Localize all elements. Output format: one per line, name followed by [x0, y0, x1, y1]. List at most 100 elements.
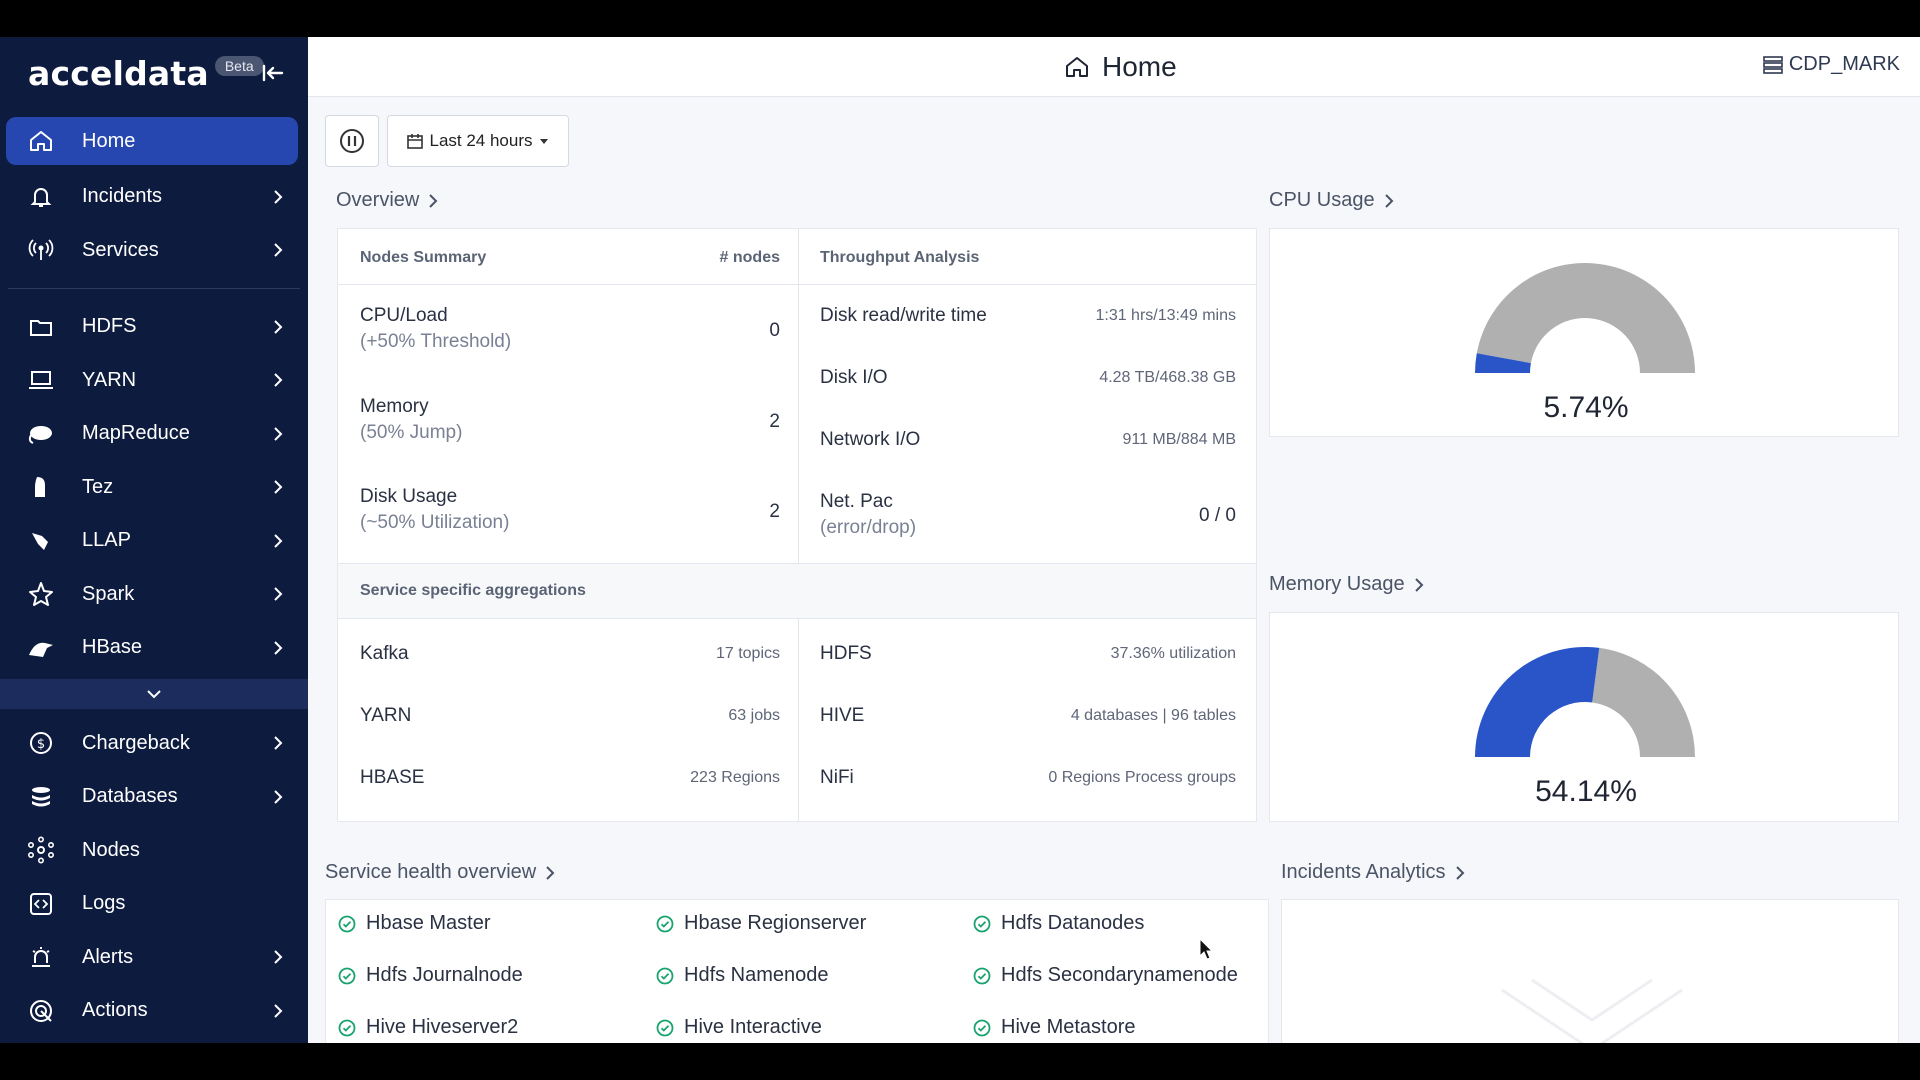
sidebar-item-databases[interactable]: Databases: [0, 770, 308, 824]
page-title-text: Home: [1102, 51, 1177, 82]
sidebar-item-incidents[interactable]: Incidents: [0, 170, 308, 224]
row-subtitle: (50% Jump): [360, 422, 463, 443]
cpu-usage-card: 5.74%: [1269, 228, 1899, 437]
health-item[interactable]: Hive Hiveserver2: [338, 1016, 518, 1039]
cluster-name: CDP_MARK: [1788, 53, 1900, 75]
sidebar-item-label: Alerts: [82, 945, 134, 968]
row-divider: [338, 284, 1256, 285]
service-health-title: Service health overview: [325, 861, 537, 883]
overview-title: Overview: [336, 189, 420, 211]
sidebar-item-llap[interactable]: LLAP: [0, 514, 308, 568]
overview-link[interactable]: Overview: [336, 189, 439, 212]
nodes-count-header: # nodes: [719, 249, 780, 266]
beta-badge: Beta: [214, 56, 264, 76]
health-item[interactable]: Hbase Master: [338, 912, 491, 935]
sidebar-item-tez[interactable]: Tez: [0, 461, 308, 515]
time-range-dropdown[interactable]: Last 24 hours: [387, 115, 569, 167]
nodes-summary-header: Nodes Summary: [360, 249, 487, 266]
health-item-label: Hdfs Secondarynamenode: [1001, 964, 1238, 986]
memory-usage-value: 54.14%: [1535, 775, 1637, 808]
actions-icon: [26, 996, 56, 1026]
check-circle-icon: [973, 967, 991, 984]
cpu-usage-link[interactable]: CPU Usage: [1269, 189, 1395, 212]
column-divider: [798, 619, 799, 821]
header-bar: Home CDP_MARK: [308, 37, 1920, 97]
bell-icon: [26, 182, 56, 212]
sidebar-item-label: Logs: [82, 892, 126, 915]
sidebar-item-label: LLAP: [82, 529, 131, 552]
chevron-right-icon: [546, 865, 555, 880]
throughput-row-label: Net. Pac (error/drop): [820, 491, 916, 539]
sidebar-item-hbase[interactable]: HBase: [0, 621, 308, 675]
llap-icon: [26, 526, 56, 556]
sidebar: acceldata Beta Home Incidents Services H…: [0, 37, 308, 1043]
chevron-right-icon: [274, 736, 283, 750]
sidebar-item-label: Home: [82, 129, 136, 152]
cpu-usage-value: 5.74%: [1543, 391, 1629, 424]
sidebar-item-yarn[interactable]: YARN: [0, 354, 308, 408]
show-more-button[interactable]: [0, 678, 308, 709]
chevron-right-icon: [274, 480, 283, 494]
broadcast-icon: [26, 235, 56, 265]
sidebar-item-logs[interactable]: Logs: [0, 877, 308, 931]
nodes-icon: [26, 835, 56, 865]
incidents-analytics-card: [1281, 899, 1899, 1043]
health-item[interactable]: Hdfs Namenode: [656, 964, 829, 987]
chevron-right-icon: [274, 427, 283, 441]
sidebar-item-label: Tez: [82, 475, 114, 498]
sidebar-item-nodes[interactable]: Nodes: [0, 824, 308, 878]
sidebar-item-home[interactable]: Home: [6, 117, 298, 165]
throughput-row-value: 4.28 TB/468.38 GB: [1099, 369, 1236, 386]
health-item[interactable]: Hive Metastore: [973, 1016, 1136, 1039]
row-title: CPU/Load: [360, 305, 448, 326]
sidebar-item-alerts[interactable]: Alerts: [0, 931, 308, 985]
throughput-row-value: 911 MB/884 MB: [1122, 431, 1236, 448]
folder-icon: [26, 312, 56, 342]
chevron-right-icon: [274, 190, 283, 204]
sidebar-item-services[interactable]: Services: [0, 224, 308, 278]
check-circle-icon: [973, 915, 991, 932]
health-item[interactable]: Hdfs Journalnode: [338, 964, 523, 987]
cluster-selector[interactable]: CDP_MARK: [1763, 53, 1900, 76]
row-title: Net. Pac: [820, 491, 893, 512]
collapse-sidebar-button[interactable]: [258, 58, 288, 88]
collapse-icon: [262, 64, 284, 82]
sidebar-item-actions[interactable]: Actions: [0, 984, 308, 1038]
mouse-cursor-icon: [1199, 938, 1213, 960]
health-item[interactable]: Hdfs Datanodes: [973, 912, 1144, 935]
health-item-label: Hdfs Journalnode: [366, 964, 523, 986]
sidebar-item-spark[interactable]: Spark: [0, 568, 308, 622]
app-window: acceldata Beta Home Incidents Services H…: [0, 37, 1920, 1043]
cpu-gauge: [1475, 262, 1695, 373]
chevron-right-icon: [274, 534, 283, 548]
health-item[interactable]: Hbase Regionserver: [656, 912, 866, 935]
sidebar-item-hdfs[interactable]: HDFS: [0, 300, 308, 354]
sidebar-item-mapreduce[interactable]: MapReduce: [0, 407, 308, 461]
health-item[interactable]: Hive Interactive: [656, 1016, 822, 1039]
row-subtitle: (error/drop): [820, 517, 917, 538]
pause-button[interactable]: [325, 115, 379, 167]
sidebar-item-chargeback[interactable]: $ Chargeback: [0, 717, 308, 771]
row-title: Disk Usage: [360, 486, 458, 507]
chevron-down-icon: [147, 689, 161, 698]
logs-icon: [26, 889, 56, 919]
memory-gauge: [1475, 647, 1695, 757]
chevron-right-icon: [274, 243, 283, 257]
service-row-label: HDFS: [820, 643, 872, 664]
chevron-right-icon: [1455, 865, 1464, 880]
incidents-analytics-link[interactable]: Incidents Analytics: [1281, 861, 1466, 884]
service-row-value: 17 topics: [715, 645, 780, 662]
nodes-row-value: 2: [769, 411, 780, 432]
health-item-label: Hive Hiveserver2: [366, 1016, 519, 1038]
tez-icon: [26, 472, 56, 502]
memory-usage-link[interactable]: Memory Usage: [1269, 573, 1425, 596]
time-range-label: Last 24 hours: [429, 131, 533, 150]
health-item[interactable]: Hdfs Secondarynamenode: [973, 964, 1238, 987]
service-health-link[interactable]: Service health overview: [325, 861, 556, 884]
sidebar-item-label: HBase: [82, 636, 143, 659]
chevron-right-icon: [274, 373, 283, 387]
throughput-row-value: 0 / 0: [1199, 505, 1236, 526]
service-row-value: 37.36% utilization: [1110, 645, 1236, 662]
chevron-right-icon: [274, 1004, 283, 1018]
sidebar-item-label: Spark: [82, 582, 135, 605]
